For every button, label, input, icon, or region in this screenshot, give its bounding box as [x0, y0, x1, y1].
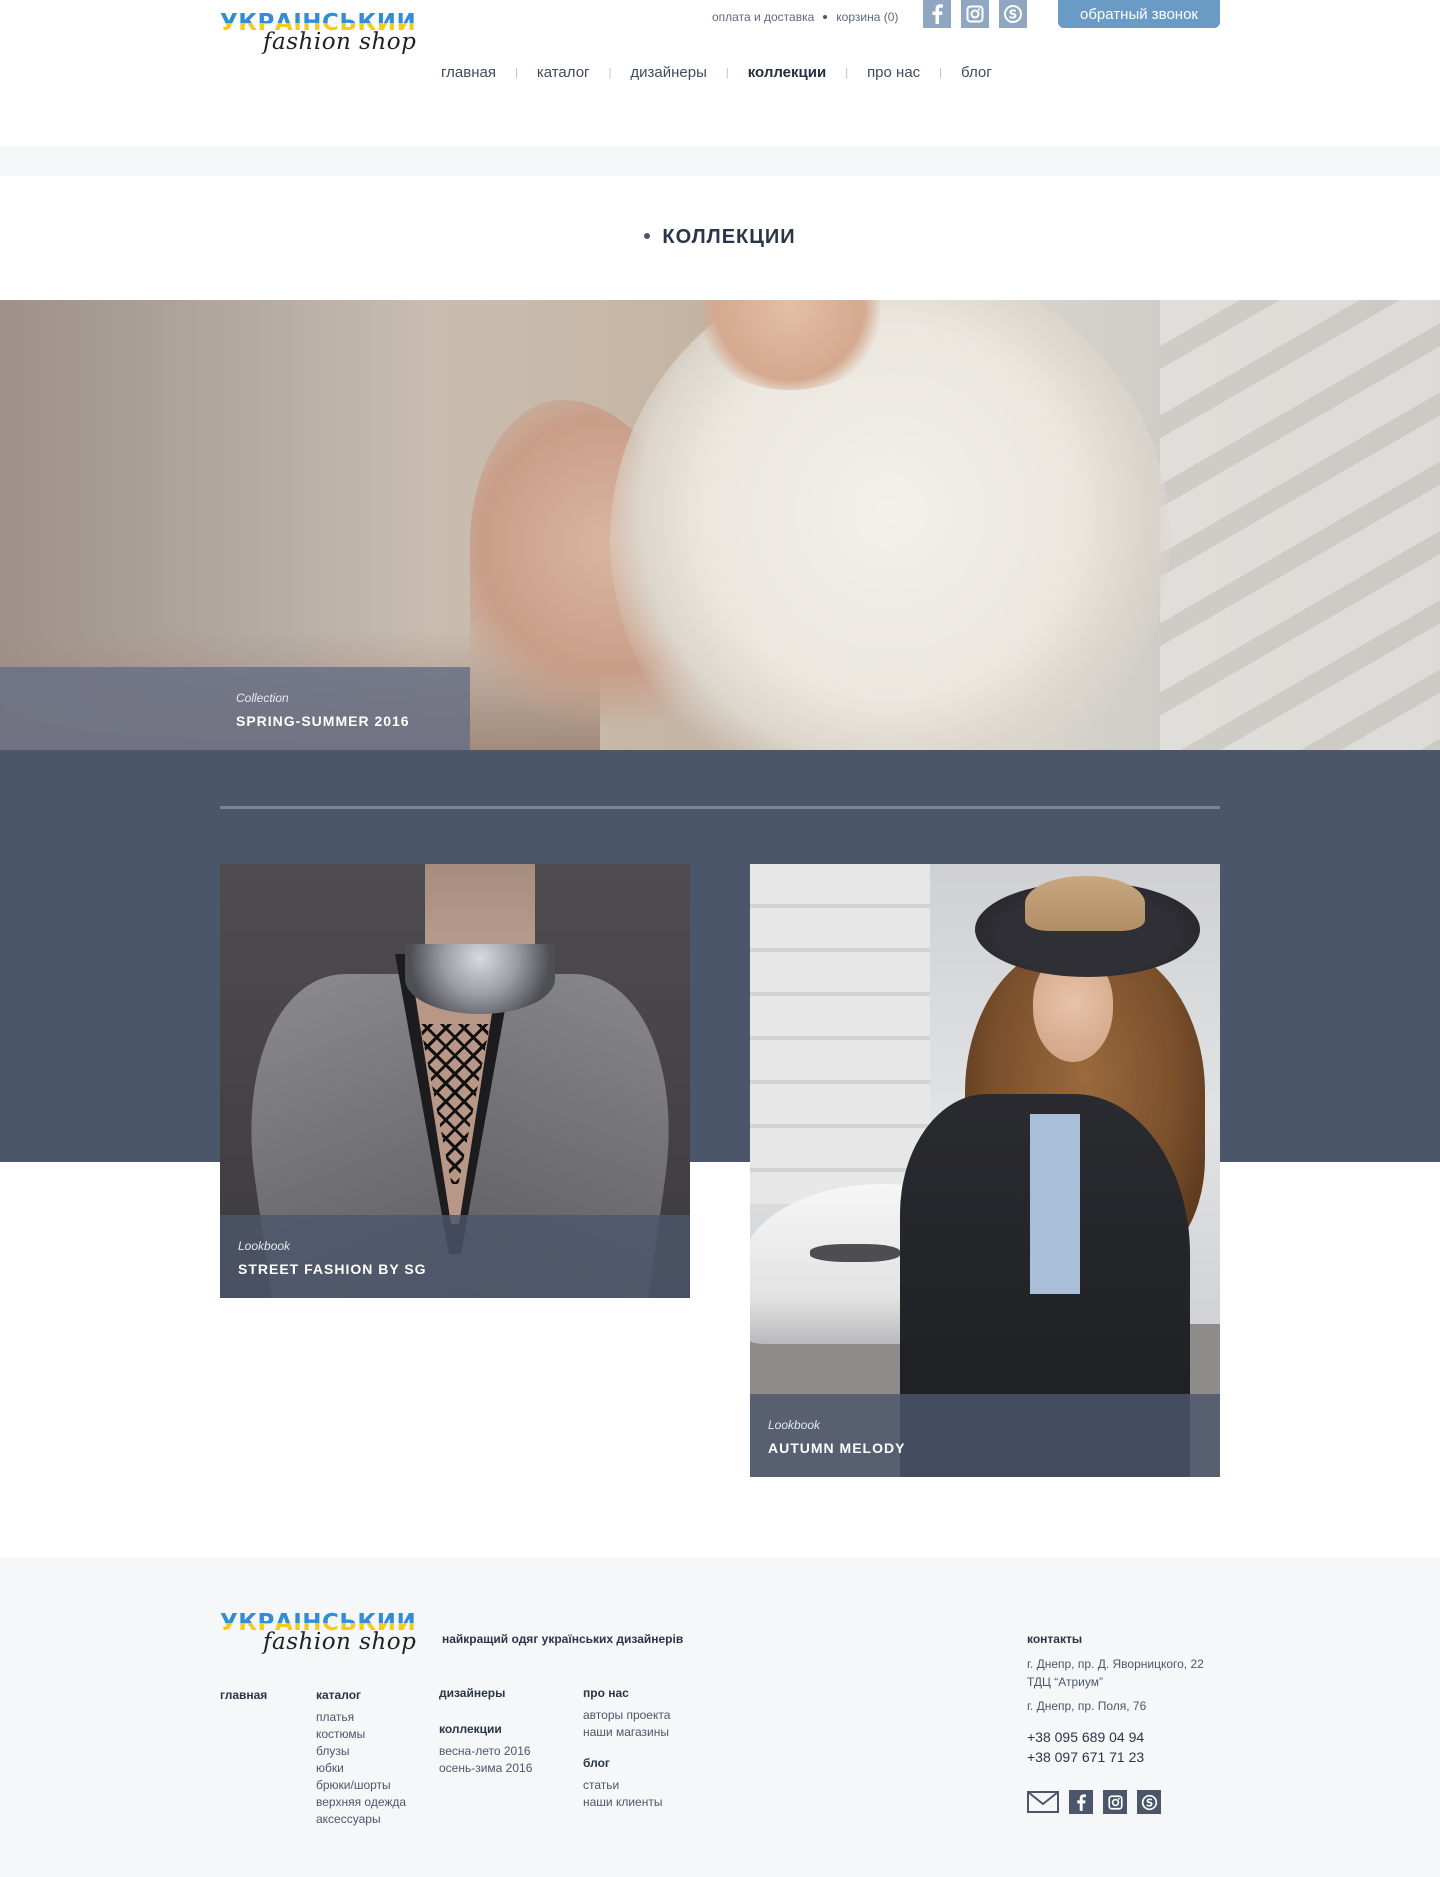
collection-card-autumn-melody[interactable]: Lookbook AUTUMN MELODY	[750, 864, 1220, 1477]
footer-social: S	[1027, 1790, 1171, 1814]
nav-item-catalog[interactable]: каталог	[537, 64, 590, 81]
footer-contacts: контакты г. Днепр, пр. Д. Яворницкого, 2…	[1027, 1632, 1204, 1767]
hero-collection-banner[interactable]: Collection SPRING-SUMMER 2016	[0, 300, 1440, 750]
nav-item-blog[interactable]: блог	[961, 64, 992, 81]
footer-link-clients[interactable]: наши клиенты	[583, 1794, 670, 1811]
contact-phone-2[interactable]: +38 097 671 71 23	[1027, 1747, 1204, 1767]
footer-link-autumn-winter[interactable]: осень-зима 2016	[439, 1760, 532, 1777]
hero-caption-subtitle: Collection	[236, 691, 289, 705]
footer-link-spring-summer[interactable]: весна-лето 2016	[439, 1743, 532, 1760]
contact-phone-1[interactable]: +38 095 689 04 94	[1027, 1727, 1204, 1747]
footer-link-suits[interactable]: костюмы	[316, 1726, 406, 1743]
svg-text:S: S	[1009, 8, 1018, 22]
card-photo-building	[750, 864, 930, 1204]
card-photo-hat-crown	[1025, 876, 1145, 931]
contact-address-1-mall: ТДЦ “Атриум”	[1027, 1675, 1103, 1689]
footer-tagline: найкращий одяг українських дизайнерів	[442, 1632, 684, 1646]
nav-separator: |	[514, 66, 518, 79]
page-title-text: КОЛЛЕКЦИИ	[662, 226, 796, 248]
hero-caption-title: SPRING-SUMMER 2016	[236, 713, 410, 729]
main-nav: главная | каталог | дизайнеры | коллекци…	[441, 64, 992, 81]
footer-link-trousers[interactable]: брюки/шорты	[316, 1777, 406, 1794]
cart-link[interactable]: корзина (0)	[836, 10, 898, 24]
payment-delivery-link[interactable]: оплата и доставка	[712, 10, 814, 24]
footer-link-articles[interactable]: статьи	[583, 1777, 670, 1794]
card-photo-car-light	[810, 1244, 900, 1262]
nav-separator: |	[608, 66, 612, 79]
separator-dot	[823, 15, 828, 19]
site-footer	[0, 1558, 1440, 1877]
footer-heading-contacts: контакты	[1027, 1632, 1083, 1646]
site-logo[interactable]: УКРАЇНСЬКИЙ fashion shop	[220, 12, 417, 55]
band-divider-line	[220, 806, 1220, 809]
footer-col-main: главная	[220, 1688, 267, 1709]
nav-separator: |	[725, 66, 729, 79]
card-photo-necklace	[405, 944, 555, 1014]
footer-link-skirts[interactable]: юбки	[316, 1760, 406, 1777]
nav-item-designers[interactable]: дизайнеры	[630, 64, 706, 81]
card-caption: Lookbook AUTUMN MELODY	[750, 1394, 1220, 1477]
footer-heading-about[interactable]: про нас	[583, 1686, 670, 1700]
nav-item-home[interactable]: главная	[441, 64, 496, 81]
contact-address-1: г. Днепр, пр. Д. Яворницкого, 22	[1027, 1657, 1204, 1671]
footer-logo[interactable]: УКРАЇНСЬКИЙ fashion shop	[220, 1612, 417, 1655]
footer-link-dresses[interactable]: платья	[316, 1709, 406, 1726]
site-header: УКРАЇНСЬКИЙ fashion shop оплата и достав…	[0, 0, 1440, 146]
contact-address-2: г. Днепр, пр. Поля, 76	[1027, 1699, 1147, 1713]
header-divider-strip	[0, 146, 1440, 176]
card-caption-subtitle: Lookbook	[768, 1418, 821, 1432]
page-title: КОЛЛЕКЦИИ	[0, 226, 1440, 249]
footer-heading-catalog[interactable]: каталог	[316, 1688, 406, 1702]
footer-link-shops[interactable]: наши магазины	[583, 1724, 670, 1741]
footer-col-catalog: каталог платья костюмы блузы юбки брюки/…	[316, 1688, 406, 1828]
header-social: S	[923, 0, 1037, 28]
instagram-icon[interactable]	[961, 0, 989, 28]
skype-icon[interactable]: S	[999, 0, 1027, 28]
footer-link-blouses[interactable]: блузы	[316, 1743, 406, 1760]
nav-separator: |	[845, 66, 849, 79]
card-caption-title: STREET FASHION BY SG	[238, 1261, 427, 1277]
nav-separator: |	[939, 66, 943, 79]
top-links: оплата и доставка корзина (0)	[712, 10, 898, 24]
footer-heading-collections[interactable]: коллекции	[439, 1722, 532, 1736]
logo-text-fashion-shop: fashion shop	[263, 29, 417, 55]
facebook-icon[interactable]	[1069, 1790, 1093, 1814]
instagram-icon[interactable]	[1103, 1790, 1127, 1814]
card-caption-subtitle: Lookbook	[238, 1239, 291, 1253]
footer-heading-blog[interactable]: блог	[583, 1756, 670, 1770]
footer-col-designers: дизайнеры коллекции весна-лето 2016 осен…	[439, 1686, 532, 1777]
card-caption: Lookbook STREET FASHION BY SG	[220, 1215, 690, 1298]
nav-item-collections[interactable]: коллекции	[748, 64, 826, 81]
hero-caption: Collection SPRING-SUMMER 2016	[0, 667, 470, 750]
footer-link-accessories[interactable]: аксессуары	[316, 1811, 406, 1828]
callback-button[interactable]: обратный звонок	[1058, 0, 1220, 28]
card-photo-shirt	[1030, 1114, 1080, 1294]
title-bullet	[644, 232, 651, 239]
footer-link-outerwear[interactable]: верхняя одежда	[316, 1794, 406, 1811]
skype-icon[interactable]: S	[1137, 1790, 1161, 1814]
card-caption-title: AUTUMN MELODY	[768, 1440, 906, 1456]
collections-band	[0, 750, 1440, 1162]
svg-text:S: S	[1145, 1798, 1152, 1809]
footer-link-home[interactable]: главная	[220, 1688, 267, 1702]
hero-photo-white-top	[610, 300, 1170, 750]
nav-item-about[interactable]: про нас	[867, 64, 920, 81]
footer-heading-designers[interactable]: дизайнеры	[439, 1686, 532, 1700]
collection-card-street-fashion[interactable]: Lookbook STREET FASHION BY SG	[220, 864, 690, 1298]
mail-icon[interactable]	[1027, 1791, 1059, 1813]
footer-link-authors[interactable]: авторы проекта	[583, 1707, 670, 1724]
facebook-icon[interactable]	[923, 0, 951, 28]
logo-text-fashion-shop: fashion shop	[263, 1629, 417, 1655]
footer-col-about: про нас авторы проекта наши магазины бло…	[583, 1686, 670, 1811]
hero-photo-stairs	[1160, 300, 1440, 750]
